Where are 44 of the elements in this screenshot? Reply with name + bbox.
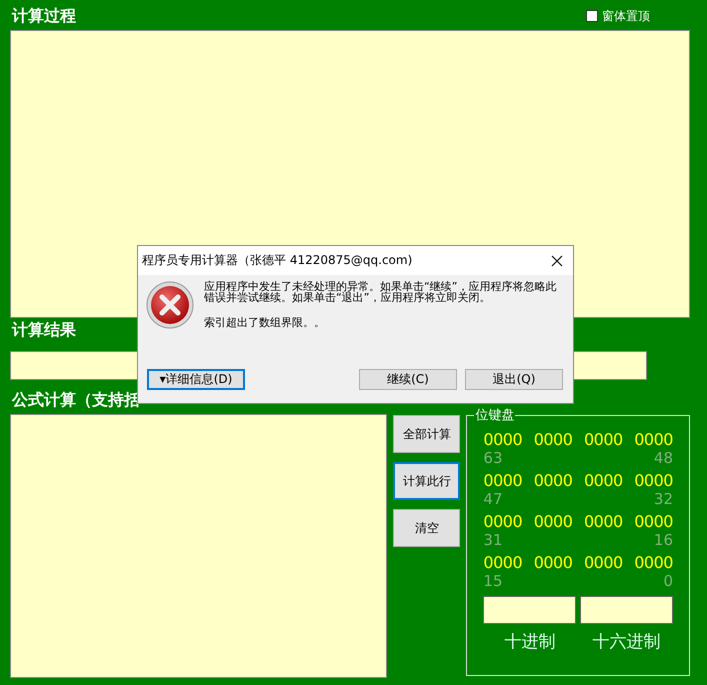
dialog-title: 程序员专用计算器（张德平 41220875@qq.com)	[142, 252, 412, 269]
error-detail: 索引超出了数组界限。。	[204, 315, 326, 330]
section-title: 计算结果	[12, 320, 76, 340]
bit-group[interactable]: 0000	[483, 430, 522, 449]
close-icon[interactable]	[551, 254, 563, 266]
bit-group[interactable]: 0000	[534, 512, 572, 531]
action-button[interactable]: 计算此行	[393, 462, 460, 500]
dialog-button[interactable]: 退出(Q)	[465, 369, 563, 390]
bit-position: 32	[654, 490, 673, 510]
bit-position: 63	[483, 449, 502, 469]
bit-group[interactable]: 0000	[483, 512, 522, 531]
bit-group[interactable]: 0000	[534, 430, 572, 449]
error-icon	[146, 281, 194, 329]
bit-group[interactable]: 0000	[584, 553, 623, 572]
checkbox[interactable]	[586, 10, 598, 22]
field-label: 十六进制	[592, 631, 660, 653]
bit-position: 31	[483, 531, 502, 551]
number-field[interactable]	[483, 596, 576, 624]
dialog-button[interactable]: ▾详细信息(D)	[147, 369, 245, 390]
bit-group[interactable]: 0000	[584, 430, 623, 449]
bit-group[interactable]: 0000	[483, 553, 522, 572]
bit-group[interactable]: 0000	[634, 471, 673, 490]
bit-position: 47	[483, 490, 502, 510]
bit-group[interactable]: 0000	[584, 512, 623, 531]
bit-position: 48	[654, 449, 673, 469]
action-button[interactable]: 全部计算	[393, 415, 460, 453]
panel-title: 位键盘	[474, 407, 516, 424]
bit-position: 16	[654, 531, 673, 551]
checkbox-label: 窗体置顶	[602, 8, 650, 24]
bit-position: 0	[663, 572, 673, 592]
bit-group[interactable]: 0000	[534, 553, 572, 572]
section-title: 计算过程	[12, 6, 76, 26]
number-field[interactable]	[580, 596, 673, 624]
bit-group[interactable]: 0000	[634, 553, 673, 572]
bit-group[interactable]: 0000	[584, 471, 623, 490]
bit-group[interactable]: 0000	[534, 471, 572, 490]
bit-group[interactable]: 0000	[634, 430, 673, 449]
error-message: 应用程序中发生了未经处理的异常。如果单击“继续”，应用程序将忽略此错误并尝试继续。如果单击“退出”，应用程序将立即关闭。	[204, 281, 558, 303]
action-button[interactable]: 清空	[393, 509, 460, 547]
field-label: 十进制	[504, 631, 556, 653]
bit-position: 15	[483, 572, 502, 592]
bit-group[interactable]: 0000	[634, 512, 673, 531]
bit-group[interactable]: 0000	[483, 471, 522, 490]
dialog-button[interactable]: 继续(C)	[359, 369, 457, 390]
